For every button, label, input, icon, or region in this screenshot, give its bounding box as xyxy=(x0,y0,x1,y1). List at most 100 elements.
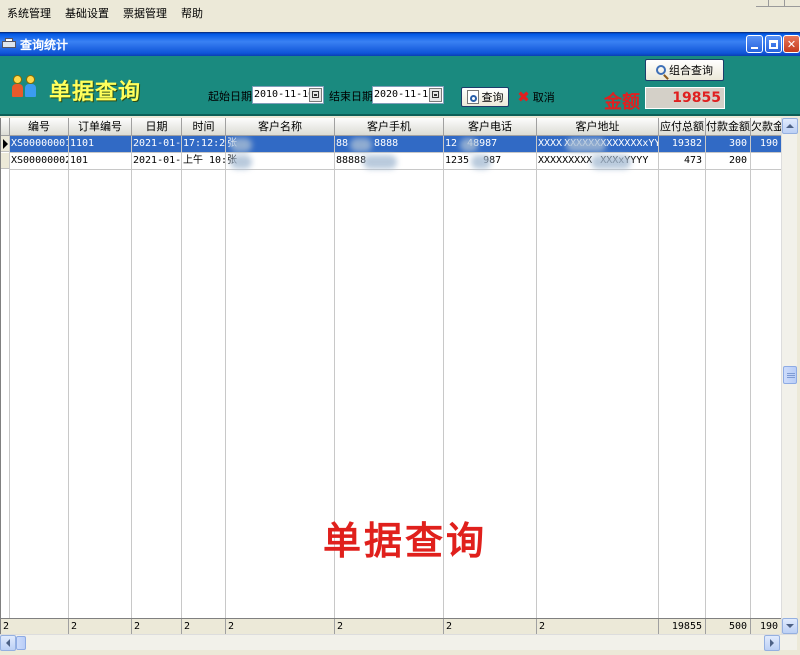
col-header-paid[interactable]: 付款金额 xyxy=(706,118,751,136)
total-due-sum: 19855 xyxy=(659,619,706,634)
address-head: XXXXXXXXX xyxy=(538,155,593,166)
close-icon: ✕ xyxy=(786,37,797,51)
col-header-total-due[interactable]: 应付总额 xyxy=(659,118,706,136)
cell-owed[interactable]: 190 xyxy=(751,136,781,153)
total-paid-sum: 500 xyxy=(706,619,751,634)
vertical-scroll-thumb[interactable] xyxy=(783,366,797,384)
col-header-id[interactable]: 编号 xyxy=(10,118,69,136)
cell-id[interactable]: XS00000001 xyxy=(10,136,69,153)
cancel-button[interactable]: ✖ 取消 xyxy=(515,87,557,107)
cell-time[interactable]: 17:12:21 xyxy=(182,136,226,153)
cell-order-no[interactable]: 101 xyxy=(69,153,132,170)
phone-head: 1235 xyxy=(445,155,470,166)
col-header-customer-address[interactable]: 客户地址 xyxy=(537,118,659,136)
menu-system[interactable]: 系统管理 xyxy=(0,4,58,24)
window-titlebar: 查询统计 ✕ xyxy=(0,32,800,56)
total-customer-address: 2 xyxy=(537,619,659,634)
cell-total-due[interactable]: 19382 xyxy=(659,136,706,153)
cell-date[interactable]: 2021-01-28 xyxy=(132,136,182,153)
cancel-icon: ✖ xyxy=(517,88,530,106)
total-customer-mobile: 2 xyxy=(335,619,444,634)
mobile-tail: 8888 xyxy=(374,138,399,149)
start-date-value: 2010-11-10 xyxy=(254,89,315,100)
close-button[interactable]: ✕ xyxy=(783,35,800,53)
col-header-customer-name[interactable]: 客户名称 xyxy=(226,118,335,136)
cell-order-no[interactable]: 1101 xyxy=(69,136,132,153)
mobile-head: 88888 xyxy=(336,155,367,166)
users-icon xyxy=(12,74,38,100)
totals-row: 2 2 2 2 2 2 2 2 19855 500 190 xyxy=(1,618,781,634)
printer-icon xyxy=(2,38,16,50)
privacy-blur xyxy=(460,138,478,152)
col-header-customer-mobile[interactable]: 客户手机 xyxy=(335,118,444,136)
privacy-blur xyxy=(350,138,372,152)
menu-basic-settings[interactable]: 基础设置 xyxy=(58,4,116,24)
end-date-label: 结束日期 xyxy=(329,90,373,103)
cell-paid[interactable]: 200 xyxy=(706,153,751,170)
col-header-order-no[interactable]: 订单编号 xyxy=(69,118,132,136)
col-header-time[interactable]: 时间 xyxy=(182,118,226,136)
privacy-blur xyxy=(566,138,606,152)
row-header-corner xyxy=(1,118,10,136)
col-header-date[interactable]: 日期 xyxy=(132,118,182,136)
row-indicator[interactable] xyxy=(1,153,9,169)
cell-time[interactable]: 上午 10:4 xyxy=(182,153,226,170)
magnifier-icon xyxy=(656,65,666,75)
menu-ticket[interactable]: 票据管理 xyxy=(116,4,174,24)
address-head: XXXX xyxy=(538,138,563,149)
total-date: 2 xyxy=(132,619,182,634)
cell-paid[interactable]: 300 xyxy=(706,136,751,153)
arrow-up-icon xyxy=(786,124,794,128)
total-id: 2 xyxy=(1,619,69,634)
arrow-left-icon xyxy=(6,639,10,647)
cell-customer-phone[interactable]: 12 48987 xyxy=(444,136,537,153)
window-title: 查询统计 xyxy=(20,37,69,52)
scroll-down-button[interactable] xyxy=(782,618,798,634)
privacy-blur xyxy=(471,155,491,169)
calendar-icon[interactable] xyxy=(309,88,322,102)
menu-bar: 系统管理 基础设置 票据管理 帮助 xyxy=(0,0,800,28)
amount-label: 金额 xyxy=(604,92,640,113)
privacy-blur xyxy=(591,155,631,169)
horizontal-scroll-thumb[interactable] xyxy=(16,636,26,650)
end-date-field[interactable]: 2020-11-11 xyxy=(372,86,444,104)
col-header-owed[interactable]: 欠款金 xyxy=(751,118,781,136)
query-button[interactable]: 查询 xyxy=(461,87,509,107)
total-order-no: 2 xyxy=(69,619,132,634)
minimize-icon xyxy=(751,47,758,49)
start-date-label: 起始日期 xyxy=(208,90,252,103)
amount-value: 19855 xyxy=(645,87,725,109)
total-customer-name: 2 xyxy=(226,619,335,634)
page-title: 单据查询 xyxy=(49,80,142,105)
cell-id[interactable]: XS00000002 xyxy=(10,153,69,170)
vertical-scrollbar[interactable] xyxy=(781,118,798,634)
scroll-right-button[interactable] xyxy=(764,635,780,651)
horizontal-scrollbar[interactable] xyxy=(0,634,797,651)
cell-owed[interactable] xyxy=(751,153,781,170)
arrow-down-icon xyxy=(786,624,794,628)
maximize-button[interactable] xyxy=(765,35,782,53)
col-header-customer-phone[interactable]: 客户电话 xyxy=(444,118,537,136)
combo-query-button[interactable]: 组合查询 xyxy=(645,59,724,81)
calendar-icon[interactable] xyxy=(429,88,442,102)
cell-total-due[interactable]: 473 xyxy=(659,153,706,170)
privacy-blur xyxy=(363,155,397,169)
row-indicator[interactable] xyxy=(1,136,9,152)
mobile-head: 88 xyxy=(336,138,349,149)
phone-head: 12 xyxy=(445,138,458,149)
menu-help[interactable]: 帮助 xyxy=(174,4,210,24)
maximize-icon xyxy=(769,39,778,49)
minimize-button[interactable] xyxy=(746,35,763,53)
privacy-blur xyxy=(230,138,252,152)
query-label: 查询 xyxy=(481,91,504,104)
arrow-right-icon xyxy=(770,639,774,647)
scroll-left-button[interactable] xyxy=(0,635,16,651)
total-customer-phone: 2 xyxy=(444,619,537,634)
scroll-up-button[interactable] xyxy=(782,118,798,134)
combo-query-label: 组合查询 xyxy=(669,64,713,77)
watermark-text: 单据查询 xyxy=(323,518,488,563)
cell-date[interactable]: 2021-01-28 xyxy=(132,153,182,170)
start-date-field[interactable]: 2010-11-10 xyxy=(252,86,324,104)
total-time: 2 xyxy=(182,619,226,634)
cancel-label: 取消 xyxy=(532,91,555,104)
